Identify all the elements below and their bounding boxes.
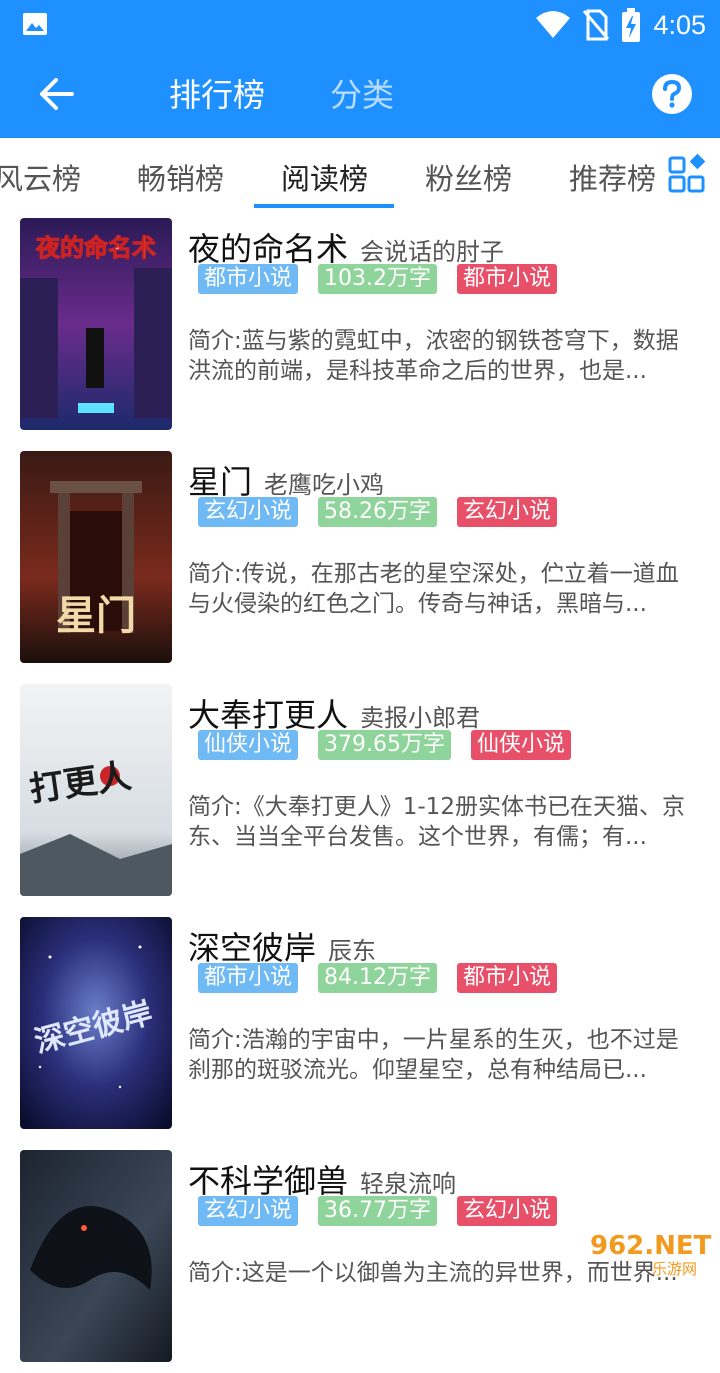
genre-tag: 玄幻小说 bbox=[198, 1196, 299, 1226]
wordcount-tag: 379.65万字 bbox=[318, 730, 451, 760]
genre-tag: 仙侠小说 bbox=[198, 730, 299, 760]
status-time: 4:05 bbox=[653, 9, 706, 40]
tab-fans[interactable]: 粉丝榜 bbox=[425, 156, 512, 198]
book-description: 简介:浩瀚的宇宙中，一片星系的生灭，也不过是刹那的斑驳流光。仰望星空，总有种结局… bbox=[188, 1027, 679, 1083]
app-bar: 4:05 排行榜 分类 bbox=[0, 0, 720, 138]
wordcount-tag: 84.12万字 bbox=[318, 963, 437, 993]
book-author: 会说话的肘子 bbox=[360, 238, 505, 266]
book-item[interactable]: 夜的命名术 夜的命名术 会说话的肘子 都市小说 103.2万字 都市小说 简介:蓝… bbox=[0, 208, 720, 441]
category-tag: 都市小说 bbox=[457, 963, 558, 993]
book-description: 简介:传说，在那古老的星空深处，伫立着一道血与火侵染的红色之门。传奇与神话，黑暗… bbox=[188, 561, 679, 617]
category-tag: 都市小说 bbox=[457, 264, 558, 294]
book-title: 大奉打更人 bbox=[188, 696, 349, 734]
toolbar: 排行榜 分类 bbox=[0, 50, 720, 138]
book-item[interactable]: 打更人 大奉打更人 卖报小郎君 仙侠小说 379.65万字 仙侠小说 简介:《大奉… bbox=[0, 674, 720, 907]
tab-fengyun[interactable]: 风云榜 bbox=[0, 156, 81, 198]
book-title: 夜的命名术 bbox=[188, 230, 349, 268]
back-button[interactable] bbox=[30, 68, 82, 120]
rank-tabs: 风云榜 畅销榜 阅读榜 粉丝榜 推荐榜 bbox=[0, 138, 720, 208]
category-tag: 仙侠小说 bbox=[471, 730, 572, 760]
book-tags: 都市小说 84.12万字 都市小说 bbox=[198, 963, 558, 993]
arrow-left-icon bbox=[40, 78, 74, 110]
book-cover bbox=[20, 1150, 172, 1362]
genre-tag: 都市小说 bbox=[198, 264, 299, 294]
tab-category[interactable]: 分类 bbox=[330, 70, 394, 116]
book-cover: 星门 bbox=[20, 451, 172, 663]
book-author: 辰东 bbox=[328, 937, 377, 965]
tab-reading[interactable]: 阅读榜 bbox=[281, 156, 368, 198]
book-title: 星门 bbox=[188, 463, 253, 501]
book-tags: 都市小说 103.2万字 都市小说 bbox=[198, 264, 558, 294]
wordcount-tag: 103.2万字 bbox=[318, 264, 437, 294]
book-cover: 夜的命名术 bbox=[20, 218, 172, 430]
battery-charging-icon bbox=[622, 8, 641, 42]
book-tags: 玄幻小说 36.77万字 玄幻小说 bbox=[198, 1196, 558, 1226]
wifi-icon bbox=[536, 11, 571, 38]
book-item[interactable]: 星门 星门 老鹰吃小鸡 玄幻小说 58.26万字 玄幻小说 简介:传说，在那古老的… bbox=[0, 441, 720, 674]
book-tags: 玄幻小说 58.26万字 玄幻小说 bbox=[198, 497, 558, 527]
book-author: 老鹰吃小鸡 bbox=[264, 471, 385, 499]
category-tag: 玄幻小说 bbox=[457, 1196, 558, 1226]
book-description: 简介:《大奉打更人》1-12册实体书已在天猫、京东、当当全平台发售。这个世界，有… bbox=[188, 794, 685, 850]
book-item[interactable]: 深空彼岸 深空彼岸 辰东 都市小说 84.12万字 都市小说 简介:浩瀚的宇宙中，… bbox=[0, 907, 720, 1140]
cover-title: 星门 bbox=[56, 592, 136, 639]
no-sim-icon bbox=[583, 9, 610, 41]
book-cover: 深空彼岸 bbox=[20, 917, 172, 1129]
watermark-logo: 962.NET 乐游网 bbox=[590, 1231, 712, 1278]
tab-bestseller[interactable]: 畅销榜 bbox=[137, 156, 224, 198]
cover-title: 夜的命名术 bbox=[35, 234, 156, 262]
book-description: 简介:蓝与紫的霓虹中，浓密的钢铁苍穹下，数据洪流的前端，是科技革命之后的世界，也… bbox=[188, 328, 679, 384]
tab-ranking[interactable]: 排行榜 bbox=[169, 70, 265, 116]
watermark-text: 962.NET bbox=[590, 1231, 712, 1261]
tab-recommend[interactable]: 推荐榜 bbox=[569, 156, 656, 198]
help-icon[interactable] bbox=[650, 72, 694, 116]
book-cover: 打更人 bbox=[20, 684, 172, 896]
wordcount-tag: 36.77万字 bbox=[318, 1196, 437, 1226]
book-tags: 仙侠小说 379.65万字 仙侠小说 bbox=[198, 730, 572, 760]
genre-tag: 玄幻小说 bbox=[198, 497, 299, 527]
grid-menu-icon[interactable] bbox=[668, 154, 708, 194]
book-author: 卖报小郎君 bbox=[360, 704, 481, 732]
status-bar: 4:05 bbox=[0, 0, 720, 50]
image-notification-icon bbox=[23, 13, 47, 35]
wordcount-tag: 58.26万字 bbox=[318, 497, 437, 527]
book-title: 深空彼岸 bbox=[188, 929, 317, 967]
watermark-subtext: 乐游网 bbox=[652, 1260, 697, 1278]
book-title: 不科学御兽 bbox=[188, 1162, 349, 1200]
genre-tag: 都市小说 bbox=[198, 963, 299, 993]
category-tag: 玄幻小说 bbox=[457, 497, 558, 527]
book-author: 轻泉流响 bbox=[360, 1170, 457, 1198]
